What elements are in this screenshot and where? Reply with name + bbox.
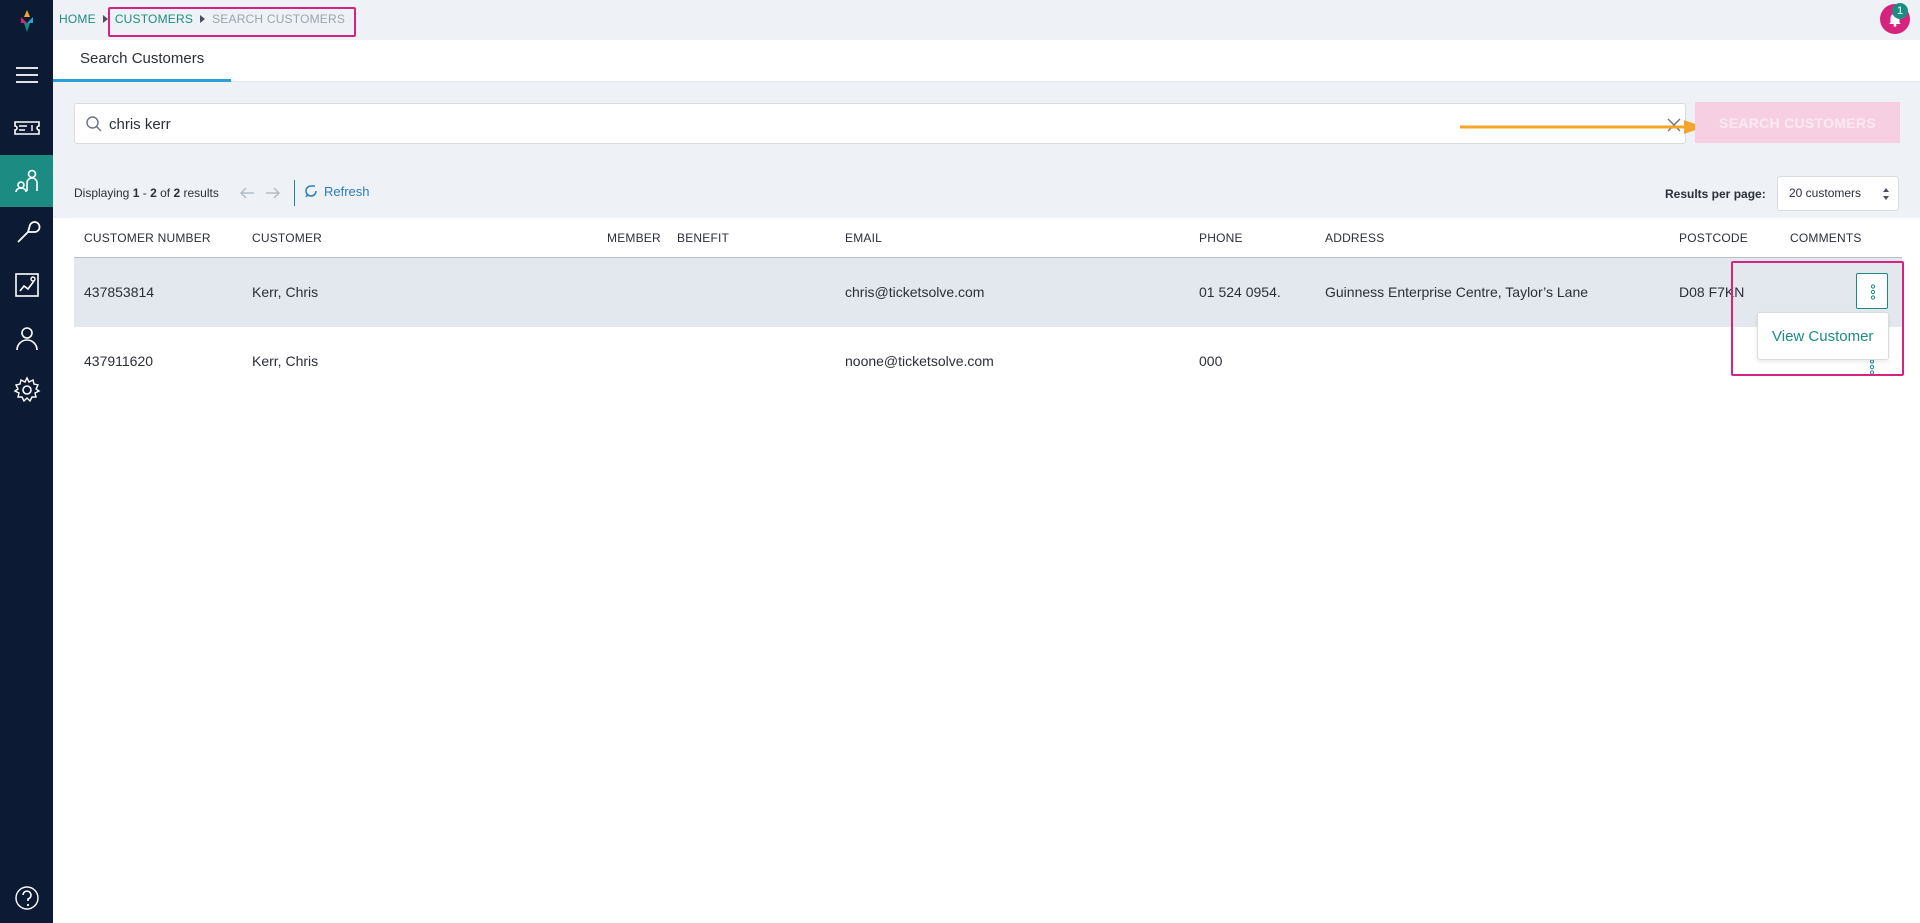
search-input[interactable] [109, 112, 1629, 136]
column-header[interactable]: POSTCODE [1679, 231, 1748, 245]
tab-strip: Search Customers [53, 40, 1920, 82]
annotation-arrow-icon [1460, 120, 1704, 134]
reports-icon [14, 273, 39, 297]
search-icon [86, 116, 102, 132]
column-header[interactable]: COMMENTS [1790, 231, 1862, 245]
results-per-page-select[interactable]: 20 customers [1777, 176, 1899, 211]
sidebar-item-tickets[interactable] [0, 102, 53, 154]
settings-icon [13, 376, 40, 403]
menu-icon[interactable] [0, 49, 53, 101]
column-header[interactable]: CUSTOMER [252, 231, 322, 245]
results-from: 1 [132, 186, 140, 200]
logo-icon [20, 10, 33, 32]
previous-page-icon[interactable] [237, 183, 257, 203]
notification-count-badge: 1 [1892, 3, 1908, 19]
column-header[interactable]: CUSTOMER NUMBER [84, 231, 211, 245]
results-per-page-value: 20 customers [1789, 186, 1862, 200]
user-icon [15, 327, 38, 351]
sidebar [0, 0, 53, 923]
search-customers-button[interactable]: SEARCH CUSTOMERS [1695, 102, 1900, 143]
cell-address: Guinness Enterprise Centre, Taylor’s Lan… [1325, 284, 1589, 300]
customers-icon [14, 169, 38, 193]
ticket-icon [13, 121, 40, 135]
results-count: Displaying 1 - 2 of 2 results [74, 186, 219, 200]
tab-search-customers[interactable]: Search Customers [53, 40, 231, 82]
table-row[interactable]: 437911620 Kerr, Chris noone@ticketsolve.… [74, 327, 1902, 396]
cell-phone: 01 524 0954. [1199, 284, 1281, 300]
cell-customer-name: Kerr, Chris [252, 353, 319, 369]
cell-customer-name: Kerr, Chris [252, 284, 319, 300]
sidebar-item-customers[interactable] [0, 155, 53, 207]
sidebar-item-tools[interactable] [0, 207, 53, 259]
results-to: 2 [150, 186, 157, 200]
table-row[interactable]: 437853814 Kerr, Chris chris@ticketsolve.… [74, 258, 1902, 327]
column-header[interactable]: ADDRESS [1325, 231, 1384, 245]
refresh-label: Refresh [324, 183, 370, 199]
cell-customer-number: 437853814 [84, 284, 155, 300]
search-panel: SEARCH CUSTOMERS [53, 82, 1920, 168]
sidebar-item-settings[interactable] [0, 364, 53, 416]
hamburger-icon [15, 67, 38, 83]
help-icon [14, 886, 39, 910]
row-actions-annotation-box [1731, 261, 1904, 376]
cell-phone: 000 [1199, 353, 1223, 369]
wrench-icon [16, 221, 40, 243]
results-suffix: results [183, 186, 219, 200]
cell-customer-number: 437911620 [84, 353, 154, 369]
results-total: 2 [173, 186, 181, 200]
divider [294, 180, 295, 206]
sidebar-item-account[interactable] [0, 312, 53, 364]
logo-icon[interactable] [0, 0, 53, 42]
search-field[interactable] [74, 103, 1686, 144]
results-prefix: Displaying [74, 186, 130, 200]
column-header[interactable]: MEMBER [607, 231, 661, 245]
column-header[interactable]: PHONE [1199, 231, 1243, 245]
column-header[interactable]: BENEFIT [677, 231, 729, 245]
refresh-icon [305, 185, 317, 198]
next-page-icon[interactable] [263, 183, 283, 203]
column-header[interactable]: EMAIL [845, 231, 882, 245]
breadcrumb-home[interactable]: HOME [59, 12, 96, 26]
results-bar: Displaying 1 - 2 of 2 results Refresh Re… [53, 168, 1920, 218]
cell-email: chris@ticketsolve.com [845, 284, 985, 300]
sidebar-item-reports[interactable] [0, 259, 53, 311]
cell-email: noone@ticketsolve.com [845, 353, 994, 369]
breadcrumb-annotation-box [108, 7, 356, 37]
refresh-button[interactable]: Refresh [303, 183, 370, 199]
table-header: CUSTOMER NUMBER CUSTOMER MEMBER BENEFIT … [74, 218, 1902, 258]
select-caret-icon [1883, 188, 1889, 200]
results-per-page-label: Results per page: [1665, 187, 1766, 201]
top-bar: HOME CUSTOMERS SEARCH CUSTOMERS [53, 0, 1920, 40]
sidebar-item-help[interactable] [0, 872, 53, 923]
